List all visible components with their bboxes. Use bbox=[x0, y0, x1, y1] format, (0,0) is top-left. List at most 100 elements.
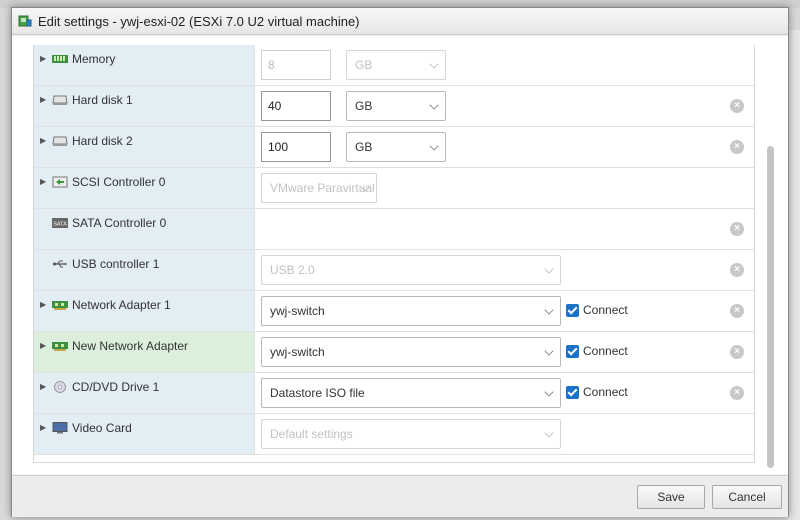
hard-disk-icon bbox=[52, 135, 68, 147]
connect-label: Connect bbox=[583, 385, 628, 399]
row-label: USB controller 1 bbox=[34, 250, 255, 290]
remove-device-icon[interactable]: × bbox=[730, 263, 744, 277]
table-row: ▶ New Network Adapter ywj-switch Connect bbox=[34, 332, 754, 373]
cancel-button[interactable]: Cancel bbox=[712, 485, 782, 509]
background-panel bbox=[788, 30, 800, 520]
row-label[interactable]: ▶ New Network Adapter bbox=[34, 332, 255, 372]
connect-label: Connect bbox=[583, 303, 628, 317]
row-label: SATA SATA Controller 0 bbox=[34, 209, 255, 249]
chevron-down-icon bbox=[429, 59, 439, 69]
expand-caret-icon[interactable]: ▶ bbox=[40, 341, 50, 350]
memory-unit-select[interactable]: GB bbox=[346, 50, 446, 80]
connect-checkbox[interactable]: Connect bbox=[566, 344, 628, 358]
row-value: USB 2.0 × bbox=[255, 250, 754, 290]
disk-unit-select[interactable]: GB bbox=[346, 91, 446, 121]
expand-caret-icon[interactable]: ▶ bbox=[40, 136, 50, 145]
network-select[interactable]: ywj-switch bbox=[261, 296, 561, 326]
select-value: Datastore ISO file bbox=[270, 386, 365, 400]
disk-unit-select[interactable]: GB bbox=[346, 132, 446, 162]
save-button[interactable]: Save bbox=[637, 485, 705, 509]
expand-caret-icon[interactable]: ▶ bbox=[40, 300, 50, 309]
disk-size-input[interactable] bbox=[261, 132, 331, 162]
usb-type-select[interactable]: USB 2.0 bbox=[261, 255, 561, 285]
row-label[interactable]: ▶ SCSI Controller 0 bbox=[34, 168, 255, 208]
scsi-type-select[interactable]: VMware Paravirtual bbox=[261, 173, 377, 203]
row-label-text: CD/DVD Drive 1 bbox=[72, 380, 160, 394]
video-card-select[interactable]: Default settings bbox=[261, 419, 561, 449]
row-label-text: Hard disk 1 bbox=[72, 93, 133, 107]
memory-size-input[interactable] bbox=[261, 50, 331, 80]
expand-caret-icon[interactable]: ▶ bbox=[40, 95, 50, 104]
monitor-icon bbox=[52, 422, 68, 434]
chevron-down-icon bbox=[544, 305, 554, 315]
network-select[interactable]: ywj-switch bbox=[261, 337, 561, 367]
chevron-down-icon bbox=[544, 264, 554, 274]
row-value: ywj-switch Connect × bbox=[255, 332, 754, 372]
table-row: USB controller 1 USB 2.0 × bbox=[34, 250, 754, 291]
table-row: ▶ Hard disk 1 GB × bbox=[34, 86, 754, 127]
row-value: GB × bbox=[255, 127, 754, 167]
checkbox-checked-icon[interactable] bbox=[566, 344, 579, 358]
usb-icon bbox=[52, 258, 68, 270]
chevron-down-icon bbox=[544, 387, 554, 397]
remove-device-icon[interactable]: × bbox=[730, 345, 744, 359]
row-value: VMware Paravirtual bbox=[255, 168, 754, 208]
row-label[interactable]: ▶ CD/DVD Drive 1 bbox=[34, 373, 255, 413]
row-label[interactable]: ▶ Hard disk 1 bbox=[34, 86, 255, 126]
network-adapter-icon bbox=[52, 340, 68, 352]
table-row: ▶ CD/DVD Drive 1 Datastore ISO file Conn… bbox=[34, 373, 754, 414]
remove-device-icon[interactable]: × bbox=[730, 99, 744, 113]
scrollbar[interactable] bbox=[767, 146, 774, 468]
svg-text:SATA: SATA bbox=[53, 222, 67, 228]
memory-icon bbox=[52, 53, 68, 65]
row-value: Default settings bbox=[255, 414, 754, 454]
cd-dvd-source-select[interactable]: Datastore ISO file bbox=[261, 378, 561, 408]
row-value: Datastore ISO file Connect × bbox=[255, 373, 754, 413]
checkbox-checked-icon[interactable] bbox=[566, 385, 579, 399]
table-row: ▶ Hard disk 2 GB × bbox=[34, 127, 754, 168]
row-label[interactable]: ▶ Network Adapter 1 bbox=[34, 291, 255, 331]
row-label[interactable]: ▶ Memory bbox=[34, 45, 255, 85]
row-label-text: USB controller 1 bbox=[72, 257, 160, 271]
select-value: ywj-switch bbox=[270, 345, 325, 359]
dialog-footer: Save Cancel bbox=[12, 475, 788, 517]
row-label-text: New Network Adapter bbox=[72, 339, 189, 353]
row-label[interactable]: ▶ Video Card bbox=[34, 414, 255, 454]
remove-device-icon[interactable]: × bbox=[730, 222, 744, 236]
connect-label: Connect bbox=[583, 344, 628, 358]
expand-caret-icon[interactable]: ▶ bbox=[40, 382, 50, 391]
checkbox-checked-icon[interactable] bbox=[566, 303, 579, 317]
row-value: × bbox=[255, 209, 754, 249]
expand-caret-icon[interactable]: ▶ bbox=[40, 54, 50, 63]
chevron-down-icon bbox=[544, 428, 554, 438]
row-label[interactable]: ▶ Hard disk 2 bbox=[34, 127, 255, 167]
select-value: GB bbox=[355, 99, 373, 113]
chevron-down-icon bbox=[544, 346, 554, 356]
expand-caret-icon[interactable]: ▶ bbox=[40, 423, 50, 432]
connect-checkbox[interactable]: Connect bbox=[566, 385, 628, 399]
hardware-table: ▶ Memory GB ▶ bbox=[33, 45, 755, 463]
vm-settings-icon bbox=[18, 14, 32, 28]
dialog-title: Edit settings - ywj-esxi-02 (ESXi 7.0 U2… bbox=[38, 13, 360, 29]
row-label-text: Network Adapter 1 bbox=[72, 298, 171, 312]
table-row: ▶ Network Adapter 1 ywj-switch Connect × bbox=[34, 291, 754, 332]
disk-size-input[interactable] bbox=[261, 91, 331, 121]
row-label-text: SCSI Controller 0 bbox=[72, 175, 166, 189]
select-value: GB bbox=[355, 140, 373, 154]
table-row: ▶ SCSI Controller 0 VMware Paravirtual bbox=[34, 168, 754, 209]
select-value: USB 2.0 bbox=[270, 263, 315, 277]
remove-device-icon[interactable]: × bbox=[730, 386, 744, 400]
chevron-down-icon bbox=[429, 141, 439, 151]
dialog-header: Edit settings - ywj-esxi-02 (ESXi 7.0 U2… bbox=[12, 8, 788, 35]
connect-checkbox[interactable]: Connect bbox=[566, 303, 628, 317]
select-value: VMware Paravirtual bbox=[270, 181, 375, 195]
expand-caret-icon[interactable]: ▶ bbox=[40, 177, 50, 186]
table-row: SATA SATA Controller 0 × bbox=[34, 209, 754, 250]
row-value: ywj-switch Connect × bbox=[255, 291, 754, 331]
remove-device-icon[interactable]: × bbox=[730, 140, 744, 154]
select-value: ywj-switch bbox=[270, 304, 325, 318]
table-row: ▶ Memory GB bbox=[34, 45, 754, 86]
remove-device-icon[interactable]: × bbox=[730, 304, 744, 318]
row-value: GB × bbox=[255, 86, 754, 126]
dialog-body: ▶ Memory GB ▶ bbox=[12, 36, 788, 474]
